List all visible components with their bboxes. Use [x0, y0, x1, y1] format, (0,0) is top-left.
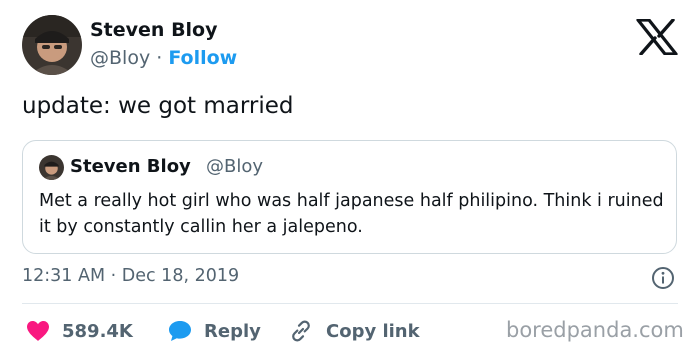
copy-link-label: Copy link	[326, 320, 420, 342]
tweet-text: update: we got married	[22, 93, 294, 119]
quoted-author-name: Steven Bloy	[70, 156, 191, 177]
author-handle-row: @Bloy · Follow	[90, 47, 237, 69]
author-avatar[interactable]	[22, 15, 82, 75]
like-count: 589.4K	[62, 320, 133, 342]
like-button[interactable]: 589.4K	[26, 317, 133, 345]
follow-button[interactable]: Follow	[168, 47, 237, 69]
quoted-author-avatar	[39, 155, 64, 180]
reply-label: Reply	[204, 320, 261, 342]
reply-button[interactable]: Reply	[168, 317, 261, 345]
info-icon[interactable]	[651, 266, 675, 290]
link-icon	[292, 320, 310, 342]
quoted-tweet-text: Met a really hot girl who was half japan…	[39, 191, 664, 237]
author-handle[interactable]: @Bloy	[90, 47, 150, 69]
heart-icon	[27, 321, 49, 341]
quoted-tweet[interactable]: Steven Bloy @Bloy Met a really hot girl …	[22, 140, 677, 254]
author-name[interactable]: Steven Bloy	[90, 19, 218, 41]
copy-link-button[interactable]: Copy link	[288, 317, 420, 345]
x-logo-icon[interactable]	[636, 18, 678, 56]
speech-bubble-icon	[169, 321, 191, 341]
separator-dot: ·	[156, 47, 163, 69]
quoted-author-handle: @Bloy	[206, 156, 264, 177]
divider	[22, 303, 678, 304]
tweet-timestamp[interactable]: 12:31 AM · Dec 18, 2019	[22, 266, 239, 286]
watermark: boredpanda.com	[506, 318, 684, 342]
